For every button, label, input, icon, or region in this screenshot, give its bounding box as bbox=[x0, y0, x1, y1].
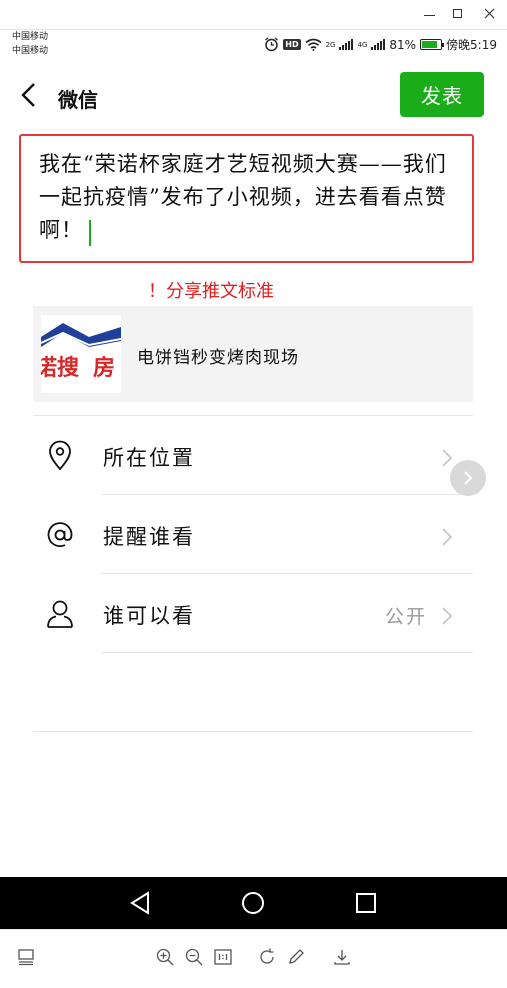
nav-recents-button[interactable] bbox=[352, 889, 380, 917]
rotate-icon bbox=[260, 948, 274, 964]
thumbnails-icon bbox=[18, 949, 34, 966]
carrier-1: 中国移动 bbox=[12, 32, 49, 42]
option-value: 公开 bbox=[384, 606, 427, 628]
status-bar: 中国移动 中国移动 HD 2G 4G 81% 傍晚5:19 bbox=[0, 30, 507, 62]
nav-home-button[interactable] bbox=[239, 889, 267, 917]
battery-percent: 81% bbox=[389, 37, 417, 52]
share-guideline-note: ！分享推文标准 bbox=[148, 281, 274, 302]
carrier-2: 中国移动 bbox=[12, 46, 49, 56]
option-visibility[interactable]: 谁可以看 公开 bbox=[33, 576, 473, 654]
chevron-right-icon bbox=[464, 471, 473, 485]
back-button[interactable] bbox=[18, 82, 40, 108]
chevron-right-icon bbox=[441, 448, 453, 468]
pencil-icon bbox=[289, 949, 304, 964]
signal-1-icon bbox=[339, 39, 354, 50]
status-indicators: HD 2G 4G 81% 傍晚5:19 bbox=[264, 36, 497, 53]
zoom-in-button[interactable] bbox=[154, 946, 176, 968]
post-text: 我在“荣诺杯家庭才艺短视频大赛——我们一起抗疫情”发布了小视频，进去看看点赞啊！ bbox=[39, 152, 447, 242]
link-title: 电饼铛秒变烤肉现场 bbox=[137, 348, 299, 368]
android-nav-bar bbox=[0, 877, 507, 929]
option-remind[interactable]: 提醒谁看 bbox=[33, 497, 473, 575]
location-pin-icon bbox=[45, 440, 75, 472]
hd-badge: HD bbox=[283, 39, 301, 50]
at-icon bbox=[45, 519, 75, 551]
thumbnail-logo-image: 诺搜 房 bbox=[41, 315, 121, 393]
compose-header: 微信 发表 bbox=[0, 62, 507, 128]
viewer-title-bar bbox=[0, 0, 507, 30]
network-type-1: 2G bbox=[325, 40, 336, 49]
nav-back-button[interactable] bbox=[127, 889, 155, 917]
maximize-icon bbox=[452, 8, 462, 18]
publish-button[interactable]: 发表 bbox=[400, 72, 484, 117]
download-button[interactable] bbox=[331, 946, 353, 968]
close-button[interactable] bbox=[478, 4, 500, 22]
maximize-button[interactable] bbox=[446, 4, 468, 22]
minimize-button[interactable] bbox=[418, 4, 440, 22]
battery-fill bbox=[422, 41, 437, 48]
network-type-2: 4G bbox=[357, 40, 368, 49]
option-label: 谁可以看 bbox=[103, 604, 195, 628]
chevron-right-icon bbox=[441, 527, 453, 547]
divider bbox=[33, 731, 473, 732]
signal-2-icon bbox=[371, 39, 386, 50]
person-icon bbox=[45, 598, 75, 630]
actual-size-button[interactable] bbox=[212, 946, 234, 968]
text-cursor bbox=[89, 219, 91, 246]
actual-size-icon bbox=[214, 949, 232, 965]
wifi-icon bbox=[305, 38, 322, 51]
shared-link-card[interactable]: 诺搜 房 电饼铛秒变烤肉现场 bbox=[33, 306, 473, 402]
divider bbox=[101, 573, 473, 574]
option-location[interactable]: 所在位置 bbox=[33, 418, 473, 496]
edit-button[interactable] bbox=[285, 946, 307, 968]
rotate-button[interactable] bbox=[256, 946, 278, 968]
zoom-out-icon bbox=[185, 948, 203, 966]
chevron-right-icon bbox=[441, 606, 453, 626]
next-image-button[interactable] bbox=[450, 460, 486, 496]
divider bbox=[33, 415, 473, 416]
triangle-back-icon bbox=[130, 891, 149, 915]
divider bbox=[101, 494, 473, 495]
circle-home-icon bbox=[242, 892, 264, 914]
zoom-in-icon bbox=[156, 948, 174, 966]
viewer-toolbar bbox=[0, 929, 507, 988]
option-label: 所在位置 bbox=[103, 446, 195, 470]
minimize-icon bbox=[423, 14, 435, 16]
clock: 傍晚5:19 bbox=[446, 38, 497, 52]
zoom-out-button[interactable] bbox=[183, 946, 205, 968]
download-icon bbox=[334, 950, 350, 965]
link-thumbnail: 诺搜 房 bbox=[41, 315, 121, 393]
svg-text:诺搜: 诺搜 bbox=[41, 355, 80, 381]
post-text-area[interactable]: 我在“荣诺杯家庭才艺短视频大赛——我们一起抗疫情”发布了小视频，进去看看点赞啊！ bbox=[19, 134, 474, 263]
back-arrow-icon bbox=[21, 83, 35, 107]
page-title: 微信 bbox=[58, 88, 98, 112]
divider bbox=[101, 652, 473, 653]
close-icon bbox=[484, 8, 494, 18]
alarm-icon bbox=[265, 37, 279, 52]
square-recents-icon bbox=[356, 893, 376, 913]
svg-text:房: 房 bbox=[93, 355, 115, 381]
thumbnails-button[interactable] bbox=[15, 946, 37, 968]
battery-icon bbox=[420, 39, 445, 50]
option-label: 提醒谁看 bbox=[103, 525, 195, 549]
